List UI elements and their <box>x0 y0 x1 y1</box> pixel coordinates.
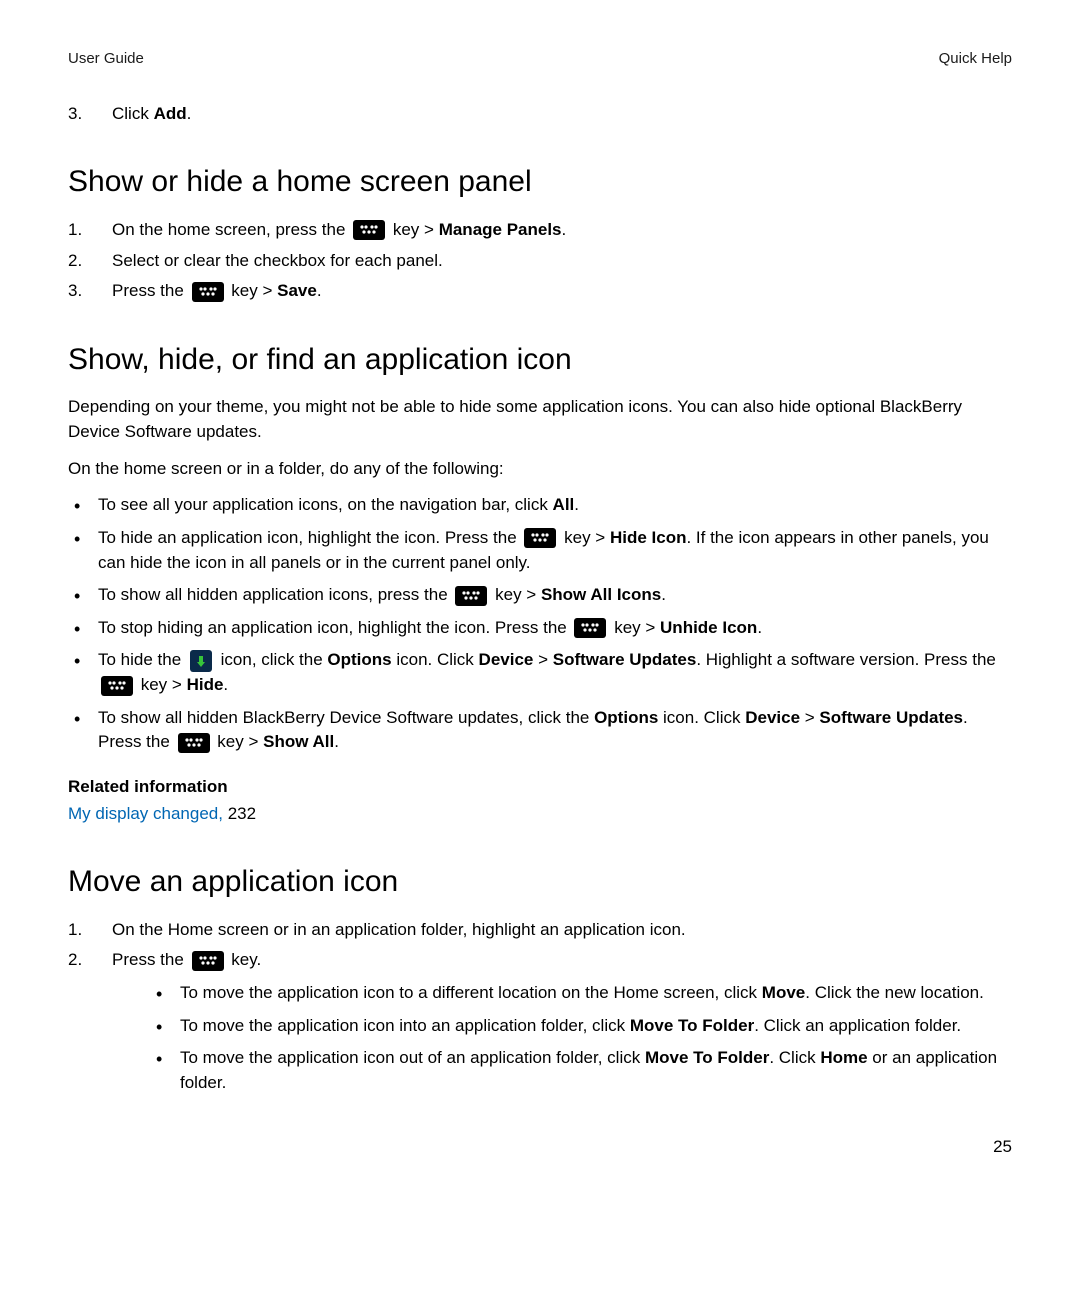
related-info-heading: Related information <box>68 775 1012 800</box>
step: Click Add. <box>68 102 1012 127</box>
menu-key-icon <box>524 528 556 548</box>
list-item: To move the application icon to a differ… <box>150 981 1012 1006</box>
panel-steps: On the home screen, press the key > Mana… <box>68 218 1012 304</box>
step: Press the key > Save. <box>68 279 1012 304</box>
menu-key-icon <box>192 282 224 302</box>
menu-key-icon <box>353 220 385 240</box>
move-sub-bullets: To move the application icon to a differ… <box>150 981 1012 1096</box>
menu-key-icon <box>455 586 487 606</box>
step: Press the key. To move the application i… <box>68 948 1012 1095</box>
intro-paragraph: Depending on your theme, you might not b… <box>68 395 1012 444</box>
related-link[interactable]: My display changed, <box>68 804 223 823</box>
page-header: User Guide Quick Help <box>68 48 1012 70</box>
list-item: To see all your application icons, on th… <box>68 493 1012 518</box>
move-steps: On the Home screen or in an application … <box>68 918 1012 1096</box>
step: Select or clear the checkbox for each pa… <box>68 249 1012 274</box>
step: On the Home screen or in an application … <box>68 918 1012 943</box>
related-pagenum: 232 <box>223 804 256 823</box>
list-item: To move the application icon out of an a… <box>150 1046 1012 1095</box>
menu-key-icon <box>192 951 224 971</box>
appicon-bullets: To see all your application icons, on th… <box>68 493 1012 755</box>
list-item: To hide the icon, click the Options icon… <box>68 648 1012 697</box>
related-info-line: My display changed, 232 <box>68 802 1012 827</box>
prev-steps: Click Add. <box>68 102 1012 127</box>
section-title-panel: Show or hide a home screen panel <box>68 160 1012 204</box>
menu-key-icon <box>574 618 606 638</box>
lead-paragraph: On the home screen or in a folder, do an… <box>68 457 1012 482</box>
list-item: To show all hidden BlackBerry Device Sof… <box>68 706 1012 755</box>
list-item: To hide an application icon, highlight t… <box>68 526 1012 575</box>
software-update-icon <box>190 650 212 672</box>
step: On the home screen, press the key > Mana… <box>68 218 1012 243</box>
menu-key-icon <box>101 676 133 696</box>
menu-key-icon <box>178 733 210 753</box>
section-title-move: Move an application icon <box>68 860 1012 904</box>
list-item: To show all hidden application icons, pr… <box>68 583 1012 608</box>
header-left: User Guide <box>68 48 144 70</box>
header-right: Quick Help <box>939 48 1012 70</box>
list-item: To stop hiding an application icon, high… <box>68 616 1012 641</box>
list-item: To move the application icon into an app… <box>150 1014 1012 1039</box>
section-title-appicon: Show, hide, or find an application icon <box>68 338 1012 382</box>
page-number: 25 <box>993 1135 1012 1160</box>
